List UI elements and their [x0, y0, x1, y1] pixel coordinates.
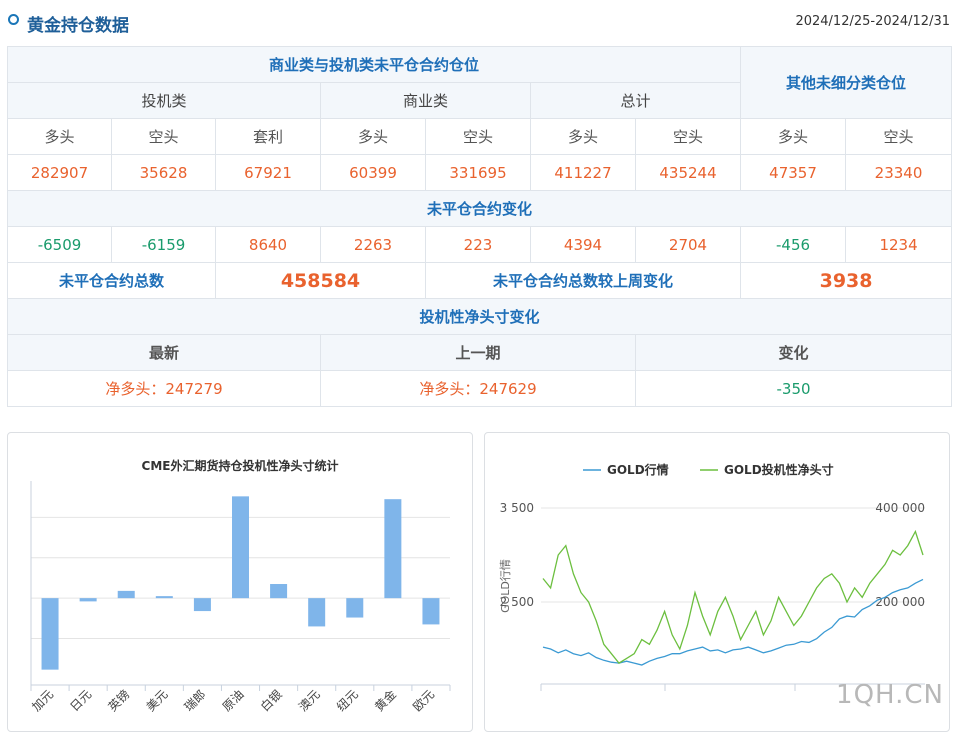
- category-label: 黄金: [371, 687, 399, 715]
- y-left-tick: 3 500: [500, 501, 534, 515]
- value-cell: 411227: [530, 154, 636, 191]
- value-cell: 35628: [111, 154, 216, 191]
- value-cell: 47357: [740, 154, 847, 191]
- col-header: 多头: [320, 118, 426, 155]
- circle-icon: [8, 14, 19, 25]
- value-cell: 435244: [634, 154, 742, 191]
- column-header-row: 多头 空头 套利 多头 空头 多头 空头 多头 空头: [7, 118, 953, 155]
- group2-header: 其他未细分类仓位: [740, 46, 953, 119]
- change-cell: -456: [740, 226, 847, 263]
- bar: [346, 598, 364, 618]
- category-label: 美元: [144, 687, 171, 714]
- category-label: 澳元: [296, 687, 323, 714]
- bar: [422, 598, 440, 625]
- change-cell: 4394: [530, 226, 636, 263]
- col-header: 多头: [7, 118, 112, 155]
- y-right-tick: 400 000: [875, 501, 925, 515]
- oi-total-row: 未平仓合约总数 458584 未平仓合约总数较上周变化 3938: [7, 262, 953, 299]
- category-label: 纽元: [334, 687, 361, 714]
- bar: [232, 496, 249, 599]
- change-cell: -6509: [7, 226, 112, 263]
- values-row: 282907 35628 67921 60399 331695 411227 4…: [7, 154, 953, 191]
- bar-chart-card: CME外汇期货持仓投机性净头寸统计加元 日元 英镑 美元 瑞郎 原油 白银 澳元 纽元 黄金 欧元: [7, 432, 473, 732]
- col-header: 空头: [111, 118, 216, 155]
- y-right-tick: 200 000: [875, 595, 925, 609]
- latest-net-value: 净多头：247279: [105, 380, 223, 398]
- bar: [193, 598, 211, 612]
- latest-net-cell: 净多头：247279: [7, 370, 321, 407]
- value-cell: 23340: [845, 154, 953, 191]
- bar: [384, 499, 402, 599]
- oi-total-label: 未平仓合约总数: [7, 262, 216, 299]
- bar: [270, 584, 288, 599]
- legend-label-gold: GOLD行情: [607, 462, 669, 477]
- page-title: 黄金持仓数据: [27, 16, 129, 36]
- y-axis-label: GOLD行情: [499, 559, 512, 613]
- col-header: 套利: [215, 118, 321, 155]
- bar-chart-title: CME外汇期货持仓投机性净头寸统计: [142, 458, 339, 473]
- change-cell: 1234: [845, 226, 953, 263]
- commercial-header: 商业类: [320, 82, 531, 119]
- col-header: 空头: [425, 118, 531, 155]
- col-header: 空头: [634, 118, 742, 155]
- changes-row: -6509 -6159 8640 2263 223 4394 2704 -456…: [7, 226, 953, 263]
- category-label: 日元: [67, 687, 94, 714]
- bar: [41, 598, 59, 670]
- oi-week-label: 未平仓合约总数较上周变化: [424, 262, 742, 299]
- prev-header: 上一期: [320, 334, 636, 371]
- col-header: 多头: [530, 118, 636, 155]
- change-cell: 223: [425, 226, 531, 263]
- category-label: 英镑: [105, 687, 133, 715]
- change-cell: 2704: [634, 226, 742, 263]
- total-header: 总计: [529, 82, 742, 119]
- net-section-header: 投机性净头寸变化: [6, 298, 953, 335]
- group1-header: 商业类与投机类未平仓合约仓位: [6, 46, 742, 83]
- prev-net-value: 净多头：247629: [419, 380, 537, 398]
- value-cell: 282907: [7, 154, 112, 191]
- page-header: 黄金持仓数据 2024/12/25-2024/12/31: [0, 0, 960, 44]
- bar-chart: CME外汇期货持仓投机性净头寸统计加元 日元 英镑 美元 瑞郎 原油 白银 澳元 纽元 黄金 欧元: [29, 458, 451, 715]
- change-section-header: 未平仓合约变化: [6, 190, 953, 227]
- net-change-value: -350: [634, 370, 953, 407]
- oi-total-value: 458584: [215, 262, 426, 299]
- date-range: 2024/12/25-2024/12/31: [795, 14, 950, 29]
- value-cell: 60399: [320, 154, 426, 191]
- bar: [79, 598, 97, 602]
- col-header: 多头: [740, 118, 847, 155]
- category-label: 白银: [257, 687, 285, 715]
- change-cell: 2263: [320, 226, 426, 263]
- net-value-row: 净多头：247279 净多头：247629 -350: [7, 370, 953, 407]
- change-cell: 8640: [215, 226, 321, 263]
- positions-table: 商业类与投机类未平仓合约仓位 其他未细分类仓位 投机类 商业类 总计 多头 空头…: [6, 46, 953, 407]
- category-label: 原油: [220, 687, 247, 714]
- net-header-row: 最新 上一期 变化: [7, 334, 953, 371]
- net-position-line: [542, 529, 924, 664]
- watermark: 1QH.CN: [836, 680, 944, 710]
- category-label: 瑞郎: [182, 687, 209, 714]
- value-cell: 331695: [425, 154, 531, 191]
- bar: [155, 596, 173, 599]
- category-label: 加元: [29, 687, 56, 714]
- change-cell: -6159: [111, 226, 216, 263]
- prev-net-cell: 净多头：247629: [320, 370, 636, 407]
- speculative-header: 投机类: [7, 82, 321, 119]
- gold-price-line: [542, 578, 924, 666]
- latest-header: 最新: [7, 334, 321, 371]
- col-header: 空头: [845, 118, 953, 155]
- bar: [308, 598, 326, 627]
- oi-week-value: 3938: [740, 262, 953, 299]
- change-header: 变化: [634, 334, 953, 371]
- category-label: 欧元: [410, 687, 437, 714]
- bar: [117, 590, 135, 599]
- value-cell: 67921: [215, 154, 321, 191]
- legend-label-net: GOLD投机性净头寸: [724, 462, 834, 477]
